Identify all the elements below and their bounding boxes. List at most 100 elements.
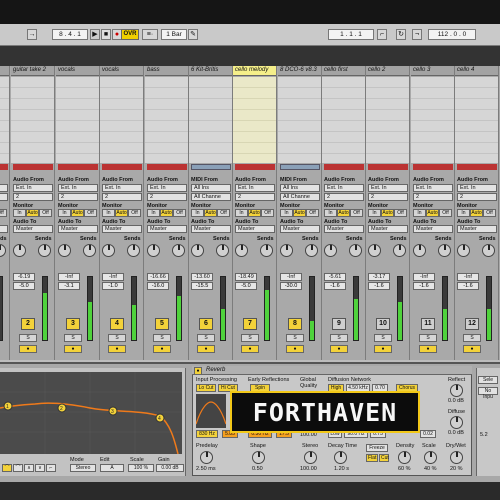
channel-select[interactable]: All Channe (280, 193, 320, 201)
channel-select[interactable]: 2 (457, 193, 497, 201)
output-select[interactable]: Master (191, 225, 231, 233)
monitor-in-button[interactable]: In (457, 209, 470, 217)
channel-select[interactable]: 2 (324, 193, 364, 201)
track-activator[interactable]: 3 (66, 318, 80, 330)
pan-knob[interactable] (191, 244, 204, 257)
eq-scale-value[interactable]: 100 % (128, 464, 154, 472)
monitor-auto-button[interactable]: Auto (71, 209, 84, 217)
solo-button[interactable]: S (286, 334, 304, 342)
arm-button[interactable]: ● (64, 345, 82, 353)
send-knob[interactable] (38, 244, 51, 257)
follow-icon[interactable]: ≡· (142, 29, 158, 40)
clip-slots[interactable] (145, 77, 188, 163)
pan-knob[interactable] (413, 244, 426, 257)
monitor-off-button[interactable]: Off (84, 209, 97, 217)
input-select[interactable]: All Ins (191, 184, 231, 192)
output-select[interactable]: Master (147, 225, 187, 233)
punch-out-icon[interactable]: ¬ (412, 29, 422, 40)
dry-wet-knob[interactable] (450, 451, 463, 464)
volume-value[interactable]: -5.0 (235, 282, 257, 290)
clip-stop-bar[interactable] (191, 164, 231, 170)
output-select[interactable]: Master (13, 225, 53, 233)
clip-slots[interactable] (366, 77, 409, 163)
send-knob[interactable] (172, 244, 185, 257)
solo-button[interactable]: S (153, 334, 171, 342)
output-select[interactable]: Master (235, 225, 275, 233)
track-name[interactable]: 8 DCO-6 v8.3 (278, 66, 321, 76)
send-knob[interactable] (127, 244, 140, 257)
track-activator[interactable]: 4 (110, 318, 124, 330)
clip-slots[interactable] (11, 77, 54, 163)
solo-button[interactable]: S (19, 334, 37, 342)
monitor-in-button[interactable]: In (191, 209, 204, 217)
monitor-in-button[interactable]: In (102, 209, 115, 217)
clip-stop-bar[interactable] (58, 164, 98, 170)
channel-select[interactable]: 2 (13, 193, 53, 201)
solo-button[interactable]: S (419, 334, 437, 342)
channel-select[interactable]: 2 (102, 193, 142, 201)
volume-value[interactable]: -30.0 (280, 282, 302, 290)
clip-stop-bar[interactable] (102, 164, 142, 170)
clip-slots[interactable] (278, 77, 321, 163)
clip-slots[interactable] (322, 77, 365, 163)
arm-button[interactable]: ● (197, 345, 215, 353)
pan-knob[interactable] (368, 244, 381, 257)
monitor-in-button[interactable]: In (280, 209, 293, 217)
monitor-off-button[interactable]: Off (0, 209, 7, 217)
eq-mode-select[interactable]: Stereo (70, 464, 96, 472)
eq-curve-display[interactable]: 1 2 3 4 (0, 372, 182, 455)
monitor-in-button[interactable]: In (235, 209, 248, 217)
eq-filter-icon-1[interactable]: ⌒ (2, 464, 12, 472)
channel-select[interactable]: All Channe (191, 193, 231, 201)
output-select[interactable]: Master (368, 225, 408, 233)
arm-button[interactable]: ● (330, 345, 348, 353)
channel-select[interactable]: 2 (147, 193, 187, 201)
monitor-auto-button[interactable]: Auto (26, 209, 39, 217)
track-activator[interactable]: 7 (243, 318, 257, 330)
track-name[interactable]: cello 2 (366, 66, 409, 76)
output-select[interactable]: Master (58, 225, 98, 233)
solo-button[interactable]: S (330, 334, 348, 342)
track-activator[interactable]: 11 (421, 318, 435, 330)
pan-knob[interactable] (102, 244, 115, 257)
arm-button[interactable]: ● (463, 345, 481, 353)
arm-button[interactable]: ● (419, 345, 437, 353)
track-name[interactable]: vocals (56, 66, 99, 76)
monitor-auto-button[interactable]: Auto (426, 209, 439, 217)
clip-stop-bar[interactable] (280, 164, 320, 170)
output-select[interactable]: Master (457, 225, 497, 233)
track-activator[interactable]: 10 (376, 318, 390, 330)
send-knob[interactable] (0, 244, 6, 257)
track-activator[interactable]: 6 (199, 318, 213, 330)
predelay-knob[interactable] (200, 451, 213, 464)
stereo-knob[interactable] (304, 451, 317, 464)
monitor-off-button[interactable]: Off (128, 209, 141, 217)
clip-slots[interactable] (100, 77, 143, 163)
stop-button[interactable]: ■ (101, 29, 111, 40)
clip-slots[interactable] (233, 77, 276, 163)
clip-stop-bar[interactable] (0, 164, 8, 170)
density-knob[interactable] (398, 451, 411, 464)
volume-value[interactable]: -16.0 (147, 282, 169, 290)
monitor-off-button[interactable]: Off (217, 209, 230, 217)
track-activator[interactable]: 9 (332, 318, 346, 330)
input-select[interactable]: Ext. In (413, 184, 453, 192)
time-signature[interactable]: 8 . 4 . 1 (52, 29, 88, 40)
pan-knob[interactable] (280, 244, 293, 257)
monitor-in-button[interactable]: In (13, 209, 26, 217)
pan-knob[interactable] (58, 244, 71, 257)
loop-length[interactable]: 112 . 0 . 0 (428, 29, 476, 40)
output-select[interactable]: Master (280, 225, 320, 233)
monitor-off-button[interactable]: Off (173, 209, 186, 217)
input-select[interactable]: Ext. In (324, 184, 364, 192)
output-select[interactable]: Master (324, 225, 364, 233)
volume-value[interactable]: -1.6 (457, 282, 479, 290)
arrangement-position[interactable]: 1 . 1 . 1 (328, 29, 374, 40)
pan-knob[interactable] (147, 244, 160, 257)
clip-stop-bar[interactable] (147, 164, 187, 170)
decay-time-knob[interactable] (334, 451, 347, 464)
clip-slots[interactable] (455, 77, 498, 163)
send-knob[interactable] (349, 244, 362, 257)
clip-stop-bar[interactable] (13, 164, 53, 170)
input-select[interactable]: Ext. In (13, 184, 53, 192)
